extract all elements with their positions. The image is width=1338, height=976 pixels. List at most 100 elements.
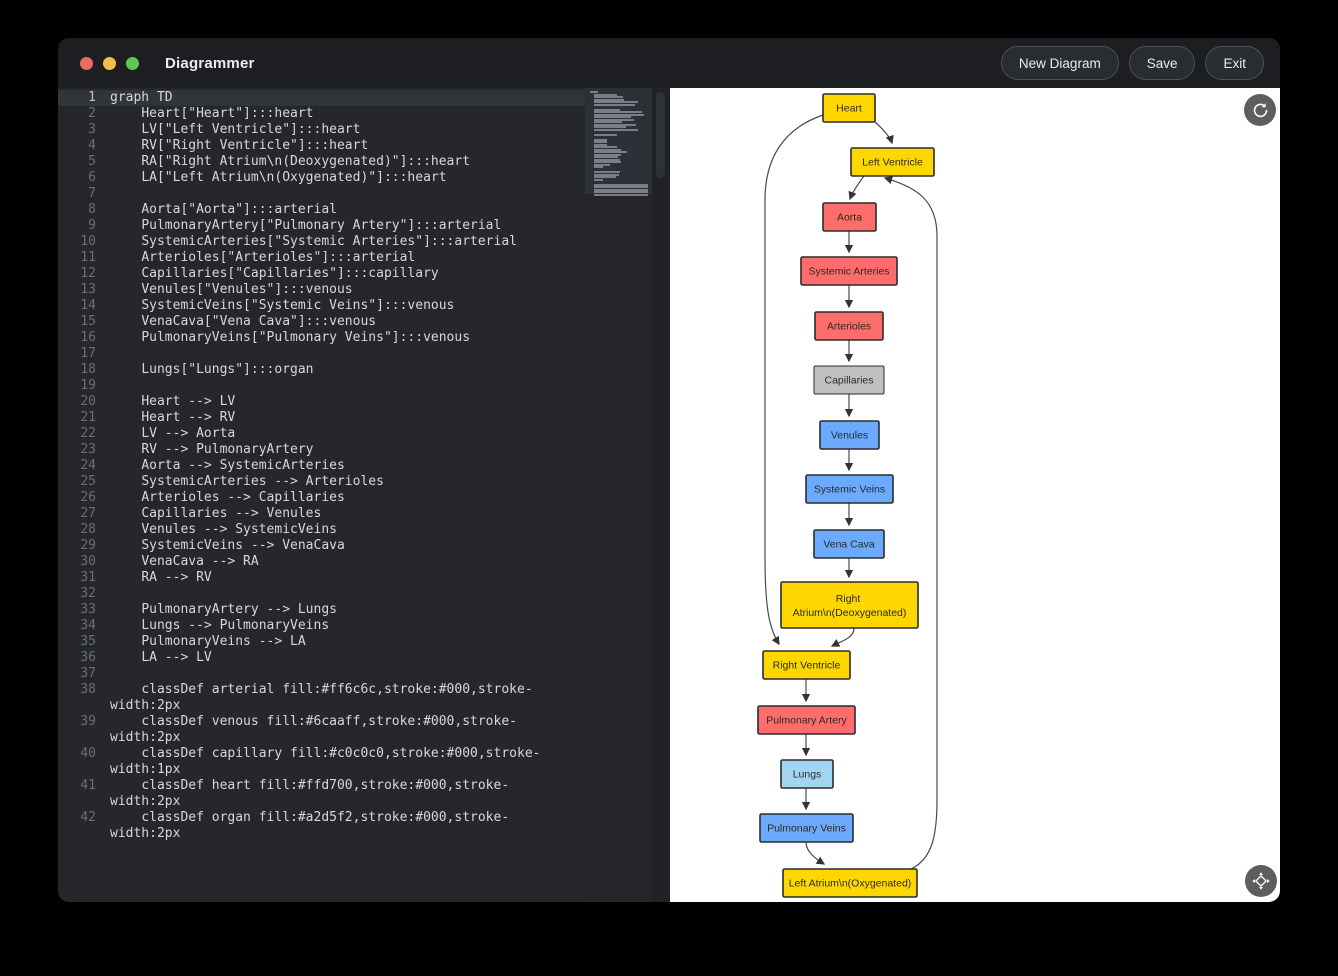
code-line[interactable]: 34 Lungs --> PulmonaryVeins	[58, 618, 670, 634]
code-line[interactable]: 12 Capillaries["Capillaries"]:::capillar…	[58, 266, 670, 282]
code-line[interactable]: 36 LA --> LV	[58, 650, 670, 666]
code-line[interactable]: 31 RA --> RV	[58, 570, 670, 586]
node-right-atrium[interactable]: Right Atrium\n(Deoxygenated)	[781, 582, 918, 628]
code-line[interactable]: 38 classDef arterial fill:#ff6c6c,stroke…	[58, 682, 670, 714]
line-number: 5	[58, 154, 110, 170]
svg-text:Pulmonary Veins: Pulmonary Veins	[767, 823, 846, 835]
code-line[interactable]: 29 SystemicVeins --> VenaCava	[58, 538, 670, 554]
node-systemic-veins[interactable]: Systemic Veins	[806, 475, 893, 503]
code-line[interactable]: 28 Venules --> SystemicVeins	[58, 522, 670, 538]
code-line[interactable]: 1graph TD	[58, 90, 670, 106]
zoom-button[interactable]	[126, 57, 139, 70]
code-line-text: LA --> LV	[110, 650, 562, 666]
node-arterioles[interactable]: Arterioles	[815, 312, 883, 340]
code-line[interactable]: 21 Heart --> RV	[58, 410, 670, 426]
exit-button[interactable]: Exit	[1205, 46, 1264, 80]
line-number: 19	[58, 378, 110, 394]
line-number: 34	[58, 618, 110, 634]
code-lines[interactable]: 1graph TD2 Heart["Heart"]:::heart3 LV["L…	[58, 90, 670, 842]
node-left-atrium[interactable]: Left Atrium\n(Oxygenated)	[783, 869, 917, 897]
reload-diagram-button[interactable]	[1244, 94, 1276, 126]
line-number: 30	[58, 554, 110, 570]
code-line[interactable]: 7	[58, 186, 670, 202]
code-line[interactable]: 40 classDef capillary fill:#c0c0c0,strok…	[58, 746, 670, 778]
minimap-line	[594, 134, 617, 136]
code-line[interactable]: 22 LV --> Aorta	[58, 426, 670, 442]
svg-text:Lungs: Lungs	[793, 769, 822, 781]
code-line-text: SystemicArteries["Systemic Arteries"]:::…	[110, 234, 562, 250]
node-pulmonary-artery[interactable]: Pulmonary Artery	[758, 706, 855, 734]
line-number: 32	[58, 586, 110, 602]
scrollbar-thumb[interactable]	[656, 92, 665, 178]
save-button[interactable]: Save	[1129, 46, 1196, 80]
line-number: 3	[58, 122, 110, 138]
node-lungs[interactable]: Lungs	[781, 760, 833, 788]
traffic-lights	[80, 57, 139, 70]
code-line[interactable]: 2 Heart["Heart"]:::heart	[58, 106, 670, 122]
node-heart[interactable]: Heart	[823, 94, 875, 122]
code-line[interactable]: 20 Heart --> LV	[58, 394, 670, 410]
code-line-text: Lungs["Lungs"]:::organ	[110, 362, 562, 378]
code-line-text: RA["Right Atrium\n(Deoxygenated)"]:::hea…	[110, 154, 562, 170]
code-line[interactable]: 10 SystemicArteries["Systemic Arteries"]…	[58, 234, 670, 250]
code-line-text: RV["Right Ventricle"]:::heart	[110, 138, 562, 154]
code-line[interactable]: 24 Aorta --> SystemicArteries	[58, 458, 670, 474]
node-venules[interactable]: Venules	[820, 421, 879, 449]
code-line[interactable]: 33 PulmonaryArtery --> Lungs	[58, 602, 670, 618]
code-line[interactable]: 6 LA["Left Atrium\n(Oxygenated)"]:::hear…	[58, 170, 670, 186]
node-left-ventricle[interactable]: Left Ventricle	[851, 148, 934, 176]
pan-button[interactable]	[1245, 865, 1277, 897]
code-line[interactable]: 16 PulmonaryVeins["Pulmonary Veins"]:::v…	[58, 330, 670, 346]
code-line-text: Capillaries["Capillaries"]:::capillary	[110, 266, 562, 282]
code-line[interactable]: 37	[58, 666, 670, 682]
code-line[interactable]: 35 PulmonaryVeins --> LA	[58, 634, 670, 650]
minimize-button[interactable]	[103, 57, 116, 70]
code-line[interactable]: 15 VenaCava["Vena Cava"]:::venous	[58, 314, 670, 330]
editor-scrollbar[interactable]	[652, 88, 670, 902]
code-line[interactable]: 11 Arterioles["Arterioles"]:::arterial	[58, 250, 670, 266]
code-line[interactable]: 3 LV["Left Ventricle"]:::heart	[58, 122, 670, 138]
line-number: 1	[58, 90, 110, 106]
svg-text:Right Ventricle: Right Ventricle	[773, 660, 841, 672]
node-vena-cava[interactable]: Vena Cava	[814, 530, 884, 558]
code-line[interactable]: 9 PulmonaryArtery["Pulmonary Artery"]:::…	[58, 218, 670, 234]
code-line[interactable]: 30 VenaCava --> RA	[58, 554, 670, 570]
code-line[interactable]: 17	[58, 346, 670, 362]
code-line[interactable]: 8 Aorta["Aorta"]:::arterial	[58, 202, 670, 218]
code-line-text: classDef venous fill:#6caaff,stroke:#000…	[110, 714, 562, 746]
code-editor[interactable]: 1graph TD2 Heart["Heart"]:::heart3 LV["L…	[58, 88, 670, 902]
minimap-line	[594, 179, 603, 181]
code-line[interactable]: 13 Venules["Venules"]:::venous	[58, 282, 670, 298]
code-line[interactable]: 32	[58, 586, 670, 602]
code-line-text: RV --> PulmonaryArtery	[110, 442, 562, 458]
code-line[interactable]: 23 RV --> PulmonaryArtery	[58, 442, 670, 458]
code-line[interactable]: 19	[58, 378, 670, 394]
code-line[interactable]: 14 SystemicVeins["Systemic Veins"]:::ven…	[58, 298, 670, 314]
line-number: 10	[58, 234, 110, 250]
svg-text:Systemic Veins: Systemic Veins	[814, 484, 885, 496]
code-line[interactable]: 42 classDef organ fill:#a2d5f2,stroke:#0…	[58, 810, 670, 842]
code-line-text: Capillaries --> Venules	[110, 506, 562, 522]
minimap[interactable]	[585, 88, 652, 902]
line-number: 33	[58, 602, 110, 618]
node-aorta[interactable]: Aorta	[823, 203, 876, 231]
node-pulmonary-veins[interactable]: Pulmonary Veins	[760, 814, 853, 842]
node-capillaries[interactable]: Capillaries	[814, 366, 884, 394]
code-line[interactable]: 26 Arterioles --> Capillaries	[58, 490, 670, 506]
code-line[interactable]: 18 Lungs["Lungs"]:::organ	[58, 362, 670, 378]
close-button[interactable]	[80, 57, 93, 70]
node-systemic-arteries[interactable]: Systemic Arteries	[801, 257, 897, 285]
nodes: Heart Left Ventricle Aorta Systemic Arte…	[758, 94, 934, 897]
code-line[interactable]: 4 RV["Right Ventricle"]:::heart	[58, 138, 670, 154]
new-diagram-button[interactable]: New Diagram	[1001, 46, 1119, 80]
code-line-text: Arterioles["Arterioles"]:::arterial	[110, 250, 562, 266]
node-right-ventricle[interactable]: Right Ventricle	[763, 651, 850, 679]
code-line[interactable]: 27 Capillaries --> Venules	[58, 506, 670, 522]
code-line[interactable]: 25 SystemicArteries --> Arterioles	[58, 474, 670, 490]
code-line[interactable]: 5 RA["Right Atrium\n(Deoxygenated)"]:::h…	[58, 154, 670, 170]
code-line[interactable]: 41 classDef heart fill:#ffd700,stroke:#0…	[58, 778, 670, 810]
code-line-text: SystemicArteries --> Arterioles	[110, 474, 562, 490]
code-line-text: classDef arterial fill:#ff6c6c,stroke:#0…	[110, 682, 562, 714]
code-line[interactable]: 39 classDef venous fill:#6caaff,stroke:#…	[58, 714, 670, 746]
line-number: 26	[58, 490, 110, 506]
